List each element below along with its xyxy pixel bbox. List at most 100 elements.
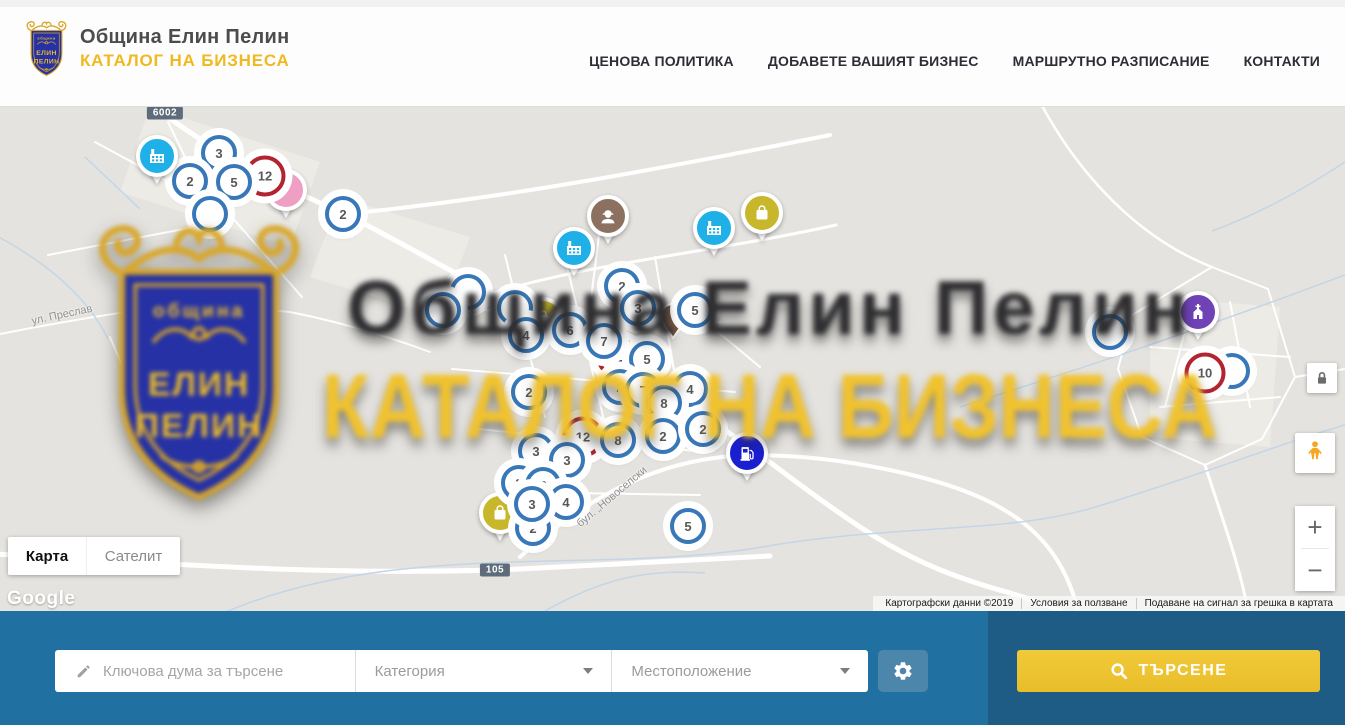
cluster-marker[interactable]: 2	[172, 163, 208, 199]
settings-button[interactable]	[878, 650, 928, 692]
cluster-marker[interactable]: 10	[1185, 353, 1226, 394]
map-type-control: Карта Сателит	[8, 537, 180, 575]
cluster-count: 2	[525, 385, 532, 400]
cluster-marker[interactable]: 2	[511, 374, 547, 410]
cluster-marker[interactable]: 2	[685, 411, 721, 447]
search-button[interactable]: ТЪРСЕНЕ	[1017, 650, 1320, 692]
map-type-satellite-button[interactable]: Сателит	[86, 537, 180, 575]
cluster-count: 12	[576, 430, 590, 445]
cluster-marker[interactable]: 5	[677, 292, 713, 328]
pin-disc	[726, 432, 768, 474]
lock-button[interactable]	[1307, 363, 1337, 393]
pin-disc	[741, 192, 783, 234]
cluster-count: 4	[686, 382, 693, 397]
cluster-marker[interactable]: 8	[646, 385, 682, 421]
pencil-icon	[75, 662, 93, 680]
site-logo[interactable]: Община Елин Пелин КАТАЛОГ НА БИЗНЕСА	[24, 18, 290, 78]
chevron-down-icon	[583, 668, 593, 674]
church-icon	[1188, 302, 1208, 322]
keyword-input[interactable]	[103, 663, 355, 680]
cluster-count: 6	[566, 323, 573, 338]
nav-route-schedule[interactable]: МАРШРУТНО РАЗПИСАНИЕ	[1013, 53, 1210, 69]
map-canvas[interactable]: 3212522351264752274812822333824351060021…	[0, 107, 1345, 611]
cluster-marker[interactable]	[1092, 314, 1128, 350]
cluster-count: 3	[532, 444, 539, 459]
road-label: 6002	[147, 107, 183, 120]
cluster-marker[interactable]: 5	[216, 164, 252, 200]
cluster-count: 2	[339, 207, 346, 222]
cluster-count: 2	[529, 521, 536, 536]
pin-disc	[693, 207, 735, 249]
cluster-count: 2	[699, 422, 706, 437]
cluster-count: 10	[1198, 366, 1212, 381]
site-title: Община Елин Пелин	[80, 26, 290, 49]
cluster-count: 2	[186, 174, 193, 189]
search-icon	[1110, 662, 1129, 681]
cluster-count: 12	[258, 169, 272, 184]
keyword-field	[55, 650, 355, 692]
worker-icon	[598, 206, 618, 226]
cluster-count: 3	[215, 146, 222, 161]
cluster-count: 7	[600, 334, 607, 349]
location-select[interactable]: Местоположение	[612, 650, 868, 692]
logo-text: Община Елин Пелин КАТАЛОГ НА БИЗНЕСА	[80, 26, 290, 71]
search-fields: Категория Местоположение	[55, 650, 868, 692]
cluster-marker[interactable]: 8	[600, 422, 636, 458]
zoom-control: + −	[1295, 506, 1335, 591]
cluster-marker[interactable]: 2	[325, 196, 361, 232]
cluster-marker[interactable]: 5	[670, 508, 706, 544]
cluster-marker[interactable]: 2	[645, 418, 681, 454]
search-bar: Категория Местоположение ТЪРСЕНЕ	[0, 611, 1345, 725]
factory-icon	[704, 218, 724, 238]
cluster-count: 5	[684, 519, 691, 534]
nav-add-your-business[interactable]: ДОБАВЕТЕ ВАШИЯТ БИЗНЕС	[768, 53, 979, 69]
cluster-marker[interactable]: 3	[620, 290, 656, 326]
pin-disc	[553, 227, 595, 269]
zoom-in-button[interactable]: +	[1295, 506, 1335, 548]
category-label: Категория	[375, 663, 445, 680]
cluster-marker[interactable]: 3	[514, 486, 550, 522]
road-label: 105	[480, 564, 510, 577]
factory-icon	[564, 238, 584, 258]
cluster-marker[interactable]: 4	[508, 317, 544, 353]
municipality-crest-icon	[24, 18, 69, 78]
cluster-count: 8	[660, 396, 667, 411]
markers-layer: 3212522351264752274812822333824351060021…	[0, 107, 1345, 611]
report-map-error-link[interactable]: Подаване на сигнал за грешка в картата	[1136, 598, 1341, 609]
cluster-count: 2	[618, 279, 625, 294]
google-logo[interactable]: Google	[7, 588, 75, 610]
attribution-copyright: Картографски данни ©2019	[877, 598, 1021, 609]
zoom-out-button[interactable]: −	[1295, 549, 1335, 591]
cluster-count: 3	[563, 453, 570, 468]
cluster-count: 2	[616, 380, 623, 395]
map-attribution: Картографски данни ©2019 Условия за полз…	[873, 596, 1345, 611]
nav-contacts[interactable]: КОНТАКТИ	[1244, 53, 1320, 69]
category-select[interactable]: Категория	[356, 650, 612, 692]
nav-pricing-policy[interactable]: ЦЕНОВА ПОЛИТИКА	[589, 53, 734, 69]
search-button-label: ТЪРСЕНЕ	[1139, 662, 1228, 680]
chevron-down-icon	[840, 668, 850, 674]
pegman-button[interactable]	[1295, 433, 1335, 473]
header: Община Елин Пелин КАТАЛОГ НА БИЗНЕСА ЦЕН…	[0, 0, 1345, 107]
street-label: бул. „Новоселски	[575, 464, 650, 529]
cluster-marker[interactable]	[425, 292, 461, 328]
location-label: Местоположение	[631, 663, 751, 680]
cluster-count: 3	[634, 301, 641, 316]
cluster-count: 5	[230, 175, 237, 190]
terms-of-use-link[interactable]: Условия за ползване	[1021, 598, 1135, 609]
cluster-marker[interactable]	[192, 196, 228, 232]
cluster-count: 5	[643, 352, 650, 367]
shopping-bag-icon	[490, 503, 510, 523]
cluster-marker[interactable]: 6	[552, 312, 588, 348]
cluster-marker[interactable]: 7	[586, 323, 622, 359]
pin-disc	[1177, 291, 1219, 333]
cluster-count: 4	[522, 328, 529, 343]
map-type-map-button[interactable]: Карта	[8, 537, 86, 575]
cluster-count: 8	[614, 433, 621, 448]
gear-icon	[892, 660, 914, 682]
cluster-marker[interactable]: 4	[548, 484, 584, 520]
cluster-count: 2	[659, 429, 666, 444]
pegman-icon	[1307, 440, 1323, 466]
street-label: ул. Преслав	[31, 303, 94, 328]
pin-disc	[136, 135, 178, 177]
